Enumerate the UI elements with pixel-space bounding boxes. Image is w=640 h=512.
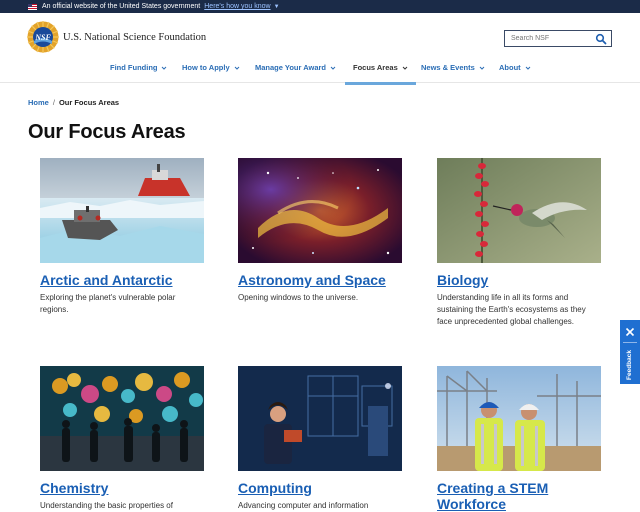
card-description: Understanding the basic properties of bbox=[40, 501, 173, 510]
focus-card-biology: Biology Understanding life in all its fo… bbox=[437, 158, 601, 328]
nav-item-label: About bbox=[499, 63, 521, 72]
breadcrumb-separator: / bbox=[52, 98, 55, 107]
card-description: Understanding life in all its forms and … bbox=[437, 293, 586, 326]
card-title-link[interactable]: Creating a STEM Workforce bbox=[437, 480, 601, 512]
nav-item-label: Focus Areas bbox=[353, 63, 398, 72]
nav-item-label: How to Apply bbox=[182, 63, 230, 72]
hummingbird-photo[interactable] bbox=[437, 158, 601, 263]
site-header: NSF U.S. National Science Foundation Fin… bbox=[0, 13, 640, 85]
focus-card-arctic: Arctic and Antarctic Exploring the plane… bbox=[40, 158, 204, 316]
nav-find-funding[interactable]: Find Funding bbox=[110, 63, 167, 83]
feedback-tab[interactable]: Feedback bbox=[620, 320, 640, 384]
logo-text: NSF bbox=[34, 33, 51, 42]
chevron-down-icon[interactable]: ▼ bbox=[274, 4, 280, 10]
card-title-link[interactable]: Computing bbox=[238, 480, 402, 496]
chevron-down-icon bbox=[402, 66, 408, 70]
search-icon[interactable] bbox=[595, 33, 607, 45]
focus-card-astronomy: Astronomy and Space Opening windows to t… bbox=[238, 158, 402, 304]
polar-icebreaker-photo[interactable] bbox=[40, 158, 204, 263]
nav-focus-areas[interactable]: Focus Areas bbox=[345, 63, 416, 85]
robot-lab-photo[interactable] bbox=[238, 366, 402, 471]
breadcrumb: Home / Our Focus Areas bbox=[28, 98, 119, 107]
focus-card-stem-workforce: Creating a STEM Workforce bbox=[437, 366, 601, 512]
chevron-down-icon bbox=[234, 66, 239, 70]
nav-item-label: Find Funding bbox=[110, 63, 158, 72]
page-title: Our Focus Areas bbox=[28, 121, 186, 143]
feedback-divider bbox=[623, 342, 637, 343]
focus-card-computing: Computing Advancing computer and informa… bbox=[238, 366, 402, 512]
card-description: Advancing computer and information bbox=[238, 501, 369, 510]
nav-how-to-apply[interactable]: How to Apply bbox=[182, 63, 240, 83]
card-description: Exploring the planet's vulnerable polar … bbox=[40, 293, 176, 314]
molecule-visualization-photo[interactable] bbox=[40, 366, 204, 471]
nav-about[interactable]: About bbox=[499, 63, 531, 83]
card-description: Opening windows to the universe. bbox=[238, 293, 359, 302]
gov-banner: An official website of the United States… bbox=[0, 0, 640, 13]
close-icon[interactable] bbox=[625, 327, 635, 337]
card-title-link[interactable]: Chemistry bbox=[40, 480, 204, 496]
construction-workers-photo[interactable] bbox=[437, 366, 601, 471]
card-title-link[interactable]: Astronomy and Space bbox=[238, 272, 402, 288]
search-input[interactable] bbox=[505, 35, 593, 42]
chevron-down-icon bbox=[162, 66, 167, 70]
card-title-link[interactable]: Biology bbox=[437, 272, 601, 288]
gov-banner-text: An official website of the United States… bbox=[42, 3, 201, 10]
chevron-down-icon bbox=[525, 66, 531, 70]
card-title-link[interactable]: Arctic and Antarctic bbox=[40, 272, 204, 288]
focus-card-chemistry: Chemistry Understanding the basic proper… bbox=[40, 366, 204, 512]
chevron-down-icon bbox=[330, 66, 336, 70]
site-name[interactable]: U.S. National Science Foundation bbox=[63, 32, 206, 43]
nav-manage-award[interactable]: Manage Your Award bbox=[255, 63, 336, 83]
nav-item-label: News & Events bbox=[421, 63, 475, 72]
search-box[interactable] bbox=[504, 30, 612, 47]
nav-news-events[interactable]: News & Events bbox=[421, 63, 485, 83]
breadcrumb-home[interactable]: Home bbox=[28, 98, 49, 107]
nebula-photo[interactable] bbox=[238, 158, 402, 263]
breadcrumb-current: Our Focus Areas bbox=[58, 98, 120, 107]
how-you-know-link[interactable]: Here's how you know bbox=[204, 3, 270, 10]
feedback-label[interactable]: Feedback bbox=[622, 348, 638, 382]
main-nav: Find Funding How to Apply Manage Your Aw… bbox=[0, 59, 640, 85]
us-flag-icon bbox=[28, 3, 37, 10]
nsf-logo[interactable]: NSF bbox=[27, 21, 59, 53]
nav-item-label: Manage Your Award bbox=[255, 63, 326, 72]
chevron-down-icon bbox=[479, 66, 485, 70]
